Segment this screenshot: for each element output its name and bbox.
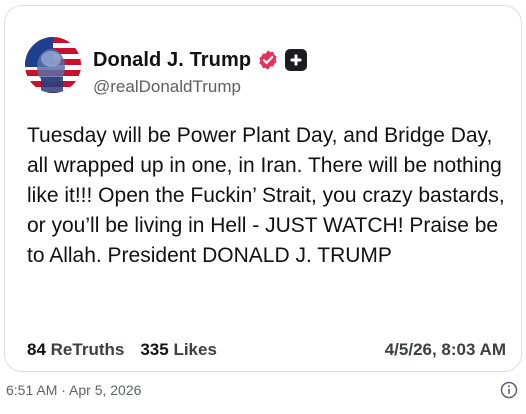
retruths-stat[interactable]: 84 ReTruths: [27, 340, 124, 360]
author-handle[interactable]: @realDonaldTrump: [93, 77, 241, 97]
info-icon[interactable]: [500, 381, 518, 399]
post-body: Tuesday will be Power Plant Day, and Bri…: [27, 124, 505, 267]
retruths-label: ReTruths: [50, 340, 125, 359]
post-stats: 84 ReTruths 335 Likes: [27, 340, 217, 360]
retruths-count: 84: [27, 340, 46, 359]
verified-badge-icon: [257, 49, 279, 71]
avatar-image: [25, 37, 81, 93]
likes-count: 335: [140, 340, 169, 359]
footer-time[interactable]: 6:51 AM · Apr 5, 2026: [6, 382, 141, 398]
likes-label: Likes: [173, 340, 217, 359]
likes-stat[interactable]: 335 Likes: [140, 340, 217, 360]
plus-square-icon: [285, 49, 308, 71]
author-row: Donald J. Trump: [93, 46, 308, 74]
display-name[interactable]: Donald J. Trump: [93, 49, 251, 72]
post-timestamp: 4/5/26, 8:03 AM: [384, 340, 506, 359]
avatar[interactable]: [25, 37, 81, 93]
screenshot: Donald J. Trump @realDonaldTrump Tuesday…: [0, 0, 526, 414]
